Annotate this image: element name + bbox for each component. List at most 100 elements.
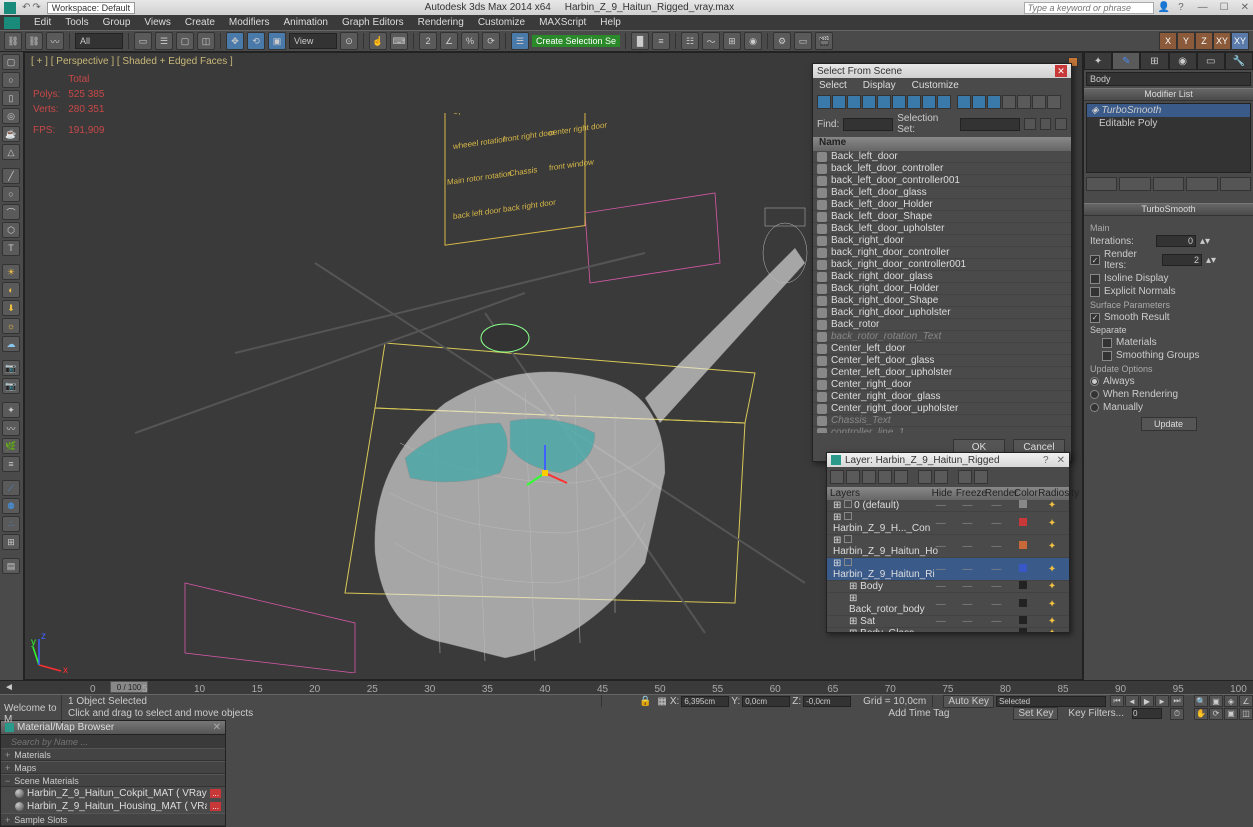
- object-name-input[interactable]: [1086, 72, 1251, 86]
- sfs-column-name[interactable]: Name: [813, 137, 1071, 151]
- sfs-item[interactable]: Chassis_Text: [813, 415, 1071, 427]
- axis-z-button[interactable]: Z: [1195, 32, 1213, 50]
- cylinder-primitive-icon[interactable]: ▯: [2, 90, 20, 106]
- sfs-item[interactable]: back_left_door_controller: [813, 163, 1071, 175]
- help-search-input[interactable]: [1024, 2, 1154, 14]
- sfs-selset-btn1[interactable]: [1024, 118, 1036, 130]
- calc-icon[interactable]: ▤: [2, 558, 20, 574]
- select-region-icon[interactable]: ▢: [176, 32, 194, 50]
- layer-close-button[interactable]: ✕: [1057, 455, 1065, 466]
- circle-icon[interactable]: ○: [2, 186, 20, 202]
- sfs-item[interactable]: Back_right_door_glass: [813, 271, 1071, 283]
- sfs-item[interactable]: Back_left_door_glass: [813, 187, 1071, 199]
- zoom-icon[interactable]: 🔍: [1194, 695, 1208, 707]
- render-setup-icon[interactable]: ⚙: [773, 32, 791, 50]
- cone-primitive-icon[interactable]: △: [2, 144, 20, 160]
- sfs-item[interactable]: back_right_door_controller001: [813, 259, 1071, 271]
- sfs-filter-xref-icon[interactable]: [922, 95, 936, 109]
- update-button[interactable]: Update: [1141, 417, 1197, 431]
- pin-stack-icon[interactable]: [1086, 177, 1117, 191]
- particle-icon[interactable]: ∴: [2, 516, 20, 532]
- sfs-close-button[interactable]: ✕: [1055, 65, 1067, 77]
- modifier-stack[interactable]: ◈ TurboSmooth Editable Poly: [1086, 103, 1251, 173]
- axis-y-button[interactable]: Y: [1177, 32, 1195, 50]
- select-rotate-icon[interactable]: ⟲: [247, 32, 265, 50]
- layer-add-sel-icon[interactable]: [862, 470, 876, 484]
- use-center-icon[interactable]: ⊙: [340, 32, 358, 50]
- railing-icon[interactable]: ≡: [2, 456, 20, 472]
- angle-snap-icon[interactable]: ∠: [440, 32, 458, 50]
- modify-tab[interactable]: ✎: [1112, 52, 1140, 70]
- bind-space-icon[interactable]: 〰: [46, 32, 64, 50]
- layer-collapse-icon[interactable]: [974, 470, 988, 484]
- sfs-find-input[interactable]: [843, 118, 893, 131]
- menu-edit[interactable]: Edit: [34, 17, 51, 28]
- maximize-button[interactable]: ☐: [1220, 2, 1229, 13]
- menu-group[interactable]: Group: [103, 17, 131, 28]
- next-frame-icon[interactable]: ►: [1155, 695, 1169, 707]
- material-item[interactable]: Harbin_Z_9_Haitun_Cokpit_MAT ( VRayMtl )…: [1, 787, 225, 800]
- render-prod-icon[interactable]: 🎬: [815, 32, 833, 50]
- sfs-filter-helper-icon[interactable]: [877, 95, 891, 109]
- menu-modifiers[interactable]: Modifiers: [229, 17, 270, 28]
- signin-icon[interactable]: 👤: [1158, 2, 1170, 13]
- sfs-item[interactable]: Center_right_door: [813, 379, 1071, 391]
- menu-maxscript[interactable]: MAXScript: [539, 17, 586, 28]
- current-frame-input[interactable]: [1132, 708, 1162, 719]
- sfs-item[interactable]: Center_right_door_glass: [813, 391, 1071, 403]
- layer-row[interactable]: ⊞ Harbin_Z_9_Haitun_Ri———✦: [827, 558, 1069, 581]
- biped-icon[interactable]: ⚉: [2, 498, 20, 514]
- select-manipulate-icon[interactable]: ☝: [369, 32, 387, 50]
- helper-icon[interactable]: ✦: [2, 402, 20, 418]
- system-icon[interactable]: ⊞: [2, 534, 20, 550]
- sfs-opt2-icon[interactable]: [1017, 95, 1031, 109]
- modifier-turbosmooth[interactable]: ◈ TurboSmooth: [1087, 104, 1250, 117]
- spot-light-icon[interactable]: ◐: [2, 282, 20, 298]
- free-camera-icon[interactable]: 📷: [2, 378, 20, 394]
- menu-views[interactable]: Views: [144, 17, 171, 28]
- turbosmooth-rollout[interactable]: TurboSmooth: [1084, 203, 1253, 216]
- sfs-filter-geom-icon[interactable]: [817, 95, 831, 109]
- fov-icon[interactable]: ∠: [1239, 695, 1253, 707]
- sfs-filter-spacewarp-icon[interactable]: [892, 95, 906, 109]
- axis-xy-button[interactable]: XY: [1213, 32, 1231, 50]
- remove-modifier-icon[interactable]: [1186, 177, 1217, 191]
- display-tab[interactable]: ▭: [1197, 52, 1225, 70]
- sfs-opt1-icon[interactable]: [1002, 95, 1016, 109]
- sfs-item[interactable]: Center_right_door_upholster: [813, 403, 1071, 415]
- sfs-item[interactable]: Back_left_door_Shape: [813, 211, 1071, 223]
- sfs-item[interactable]: Back_left_door_Holder: [813, 199, 1071, 211]
- menu-animation[interactable]: Animation: [283, 17, 327, 28]
- sfs-item[interactable]: Back_rotor: [813, 319, 1071, 331]
- time-config-icon[interactable]: ⏱: [1170, 708, 1184, 720]
- utilities-tab[interactable]: 🔧: [1225, 52, 1253, 70]
- curve-editor-icon[interactable]: 〜: [702, 32, 720, 50]
- menu-customize[interactable]: Customize: [478, 17, 525, 28]
- timeline-prev-key-icon[interactable]: ◄: [4, 682, 14, 693]
- sky-light-icon[interactable]: ☁: [2, 336, 20, 352]
- redo-icon[interactable]: ↷: [32, 2, 40, 13]
- create-selection-set-input[interactable]: Create Selection Se: [532, 35, 620, 47]
- viewport-label[interactable]: [ + ] [ Perspective ] [ Shaded + Edged F…: [31, 56, 233, 67]
- axis-x-button[interactable]: X: [1159, 32, 1177, 50]
- layer-manager-icon[interactable]: ☷: [681, 32, 699, 50]
- minimize-button[interactable]: —: [1198, 2, 1208, 13]
- sunlight-icon[interactable]: ☼: [2, 318, 20, 334]
- direct-light-icon[interactable]: ⬇: [2, 300, 20, 316]
- schematic-view-icon[interactable]: ⊞: [723, 32, 741, 50]
- smooth-result-checkbox[interactable]: ✓: [1090, 313, 1100, 323]
- align-icon[interactable]: ≡: [652, 32, 670, 50]
- sep-smoothing-checkbox[interactable]: [1102, 351, 1112, 361]
- keyboard-shortcut-icon[interactable]: ⌨: [390, 32, 408, 50]
- mirror-icon[interactable]: ▐▌: [631, 32, 649, 50]
- select-object-icon[interactable]: ▭: [134, 32, 152, 50]
- sfs-list[interactable]: Back_left_doorback_left_door_controllerb…: [813, 151, 1071, 433]
- ngon-icon[interactable]: ⬡: [2, 222, 20, 238]
- matbrowser-materials-section[interactable]: Materials: [1, 748, 225, 761]
- layer-row[interactable]: ⊞ Harbin_Z_9_H..._Con———✦: [827, 512, 1069, 535]
- matbrowser-scene-section[interactable]: Scene Materials: [1, 774, 225, 787]
- render-iters-spinner[interactable]: [1162, 254, 1202, 266]
- matbrowser-close-icon[interactable]: ✕: [213, 722, 221, 733]
- setkey-button[interactable]: Set Key: [1013, 707, 1058, 720]
- sfs-item[interactable]: back_right_door_controller: [813, 247, 1071, 259]
